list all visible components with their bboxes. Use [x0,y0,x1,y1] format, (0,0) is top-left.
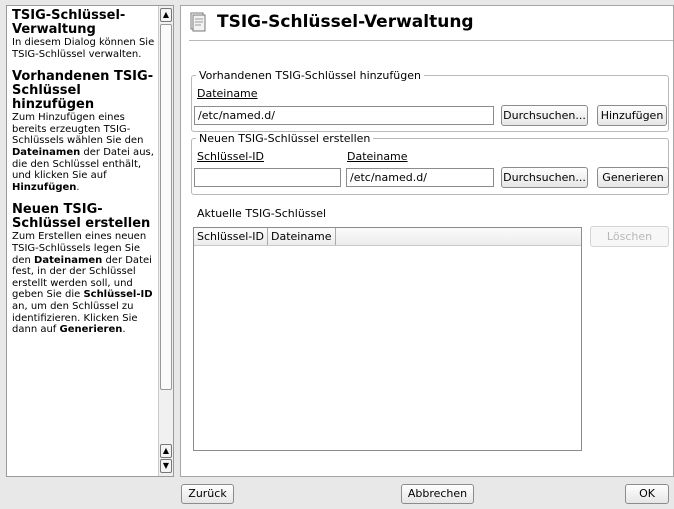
column-header-key-id[interactable]: Schlüssel-ID [194,228,268,245]
help-paragraph-add-key: Zum Hinzufügen eines bereits erzeugten T… [12,112,160,193]
title-divider [189,40,673,41]
help-scrollbar[interactable]: ▲ ▲ ▼ [158,6,173,476]
help-heading-management: TSIG-Schlüssel-Verwaltung [12,8,126,37]
add-button[interactable]: Hinzufügen [597,105,667,126]
add-browse-button[interactable]: Durchsuchen... [501,105,588,126]
document-icon [190,12,206,32]
back-button[interactable]: Zurück [181,484,234,504]
help-paragraph-management: In diesem Dialog können Sie TSIG-Schlüss… [12,37,155,60]
main-panel: TSIG-Schlüssel-Verwaltung Vorhandenen TS… [180,5,674,477]
add-key-group-title: Vorhandenen TSIG-Schlüssel hinzufügen [196,69,424,82]
help-heading-create-key: Neuen TSIG-Schlüssel erstellen [12,202,151,232]
create-filename-label-text: Dateiname [347,150,408,163]
current-keys-label: Aktuelle TSIG-Schlüssel [197,207,327,220]
add-filename-input[interactable]: /etc/named.d/ [194,106,494,125]
add-filename-label-text: Dateiname [197,87,258,100]
help-add-filename-term: Dateinamen [12,146,81,158]
help-create-filename-term: Dateinamen [34,254,103,266]
help-paragraph-create-key: Zum Erstellen eines neuen TSIG-Schlüssel… [12,231,160,335]
keyid-input[interactable] [194,168,341,187]
scrollbar-thumb[interactable] [160,24,172,390]
help-add-button-term: Hinzufügen [12,181,77,193]
create-browse-button[interactable]: Durchsuchen... [501,167,588,188]
ok-button[interactable]: OK [625,484,669,504]
scroll-up-arrow-icon[interactable]: ▲ [160,8,172,22]
add-filename-label: Dateiname [197,87,258,100]
help-create-keyid-term: Schlüssel-ID [83,289,153,301]
help-create-generate-term: Generieren [59,324,123,336]
help-add-text-3: . [76,181,80,193]
help-heading-add-key: Vorhandenen TSIG-Schlüssel hinzufügen [12,69,154,113]
generate-button[interactable]: Generieren [597,167,669,188]
help-add-text: Zum Hinzufügen eines bereits erzeugten T… [12,112,144,147]
cancel-button[interactable]: Abbrechen [401,484,474,504]
title-row: TSIG-Schlüssel-Verwaltung [189,12,474,32]
help-text: TSIG-Schlüssel-Verwaltung In diesem Dial… [12,9,160,346]
keyid-label-text: Schlüssel-ID [197,150,264,163]
page-title: TSIG-Schlüssel-Verwaltung [217,12,474,32]
scroll-down-arrow-icon[interactable]: ▼ [160,459,172,473]
keyid-label: Schlüssel-ID [197,150,264,163]
column-header-filename[interactable]: Dateiname [268,228,336,245]
scroll-up-arrow-icon-bottom[interactable]: ▲ [160,444,172,458]
create-filename-input[interactable]: /etc/named.d/ [346,168,494,187]
table-header: Schlüssel-ID Dateiname [194,228,581,246]
help-create-text-4: . [122,324,126,336]
create-key-group-title: Neuen TSIG-Schlüssel erstellen [196,132,374,145]
help-panel: TSIG-Schlüssel-Verwaltung In diesem Dial… [6,5,174,477]
current-keys-table[interactable]: Schlüssel-ID Dateiname [193,227,582,451]
create-filename-label: Dateiname [347,150,408,163]
delete-button[interactable]: Löschen [590,226,669,247]
